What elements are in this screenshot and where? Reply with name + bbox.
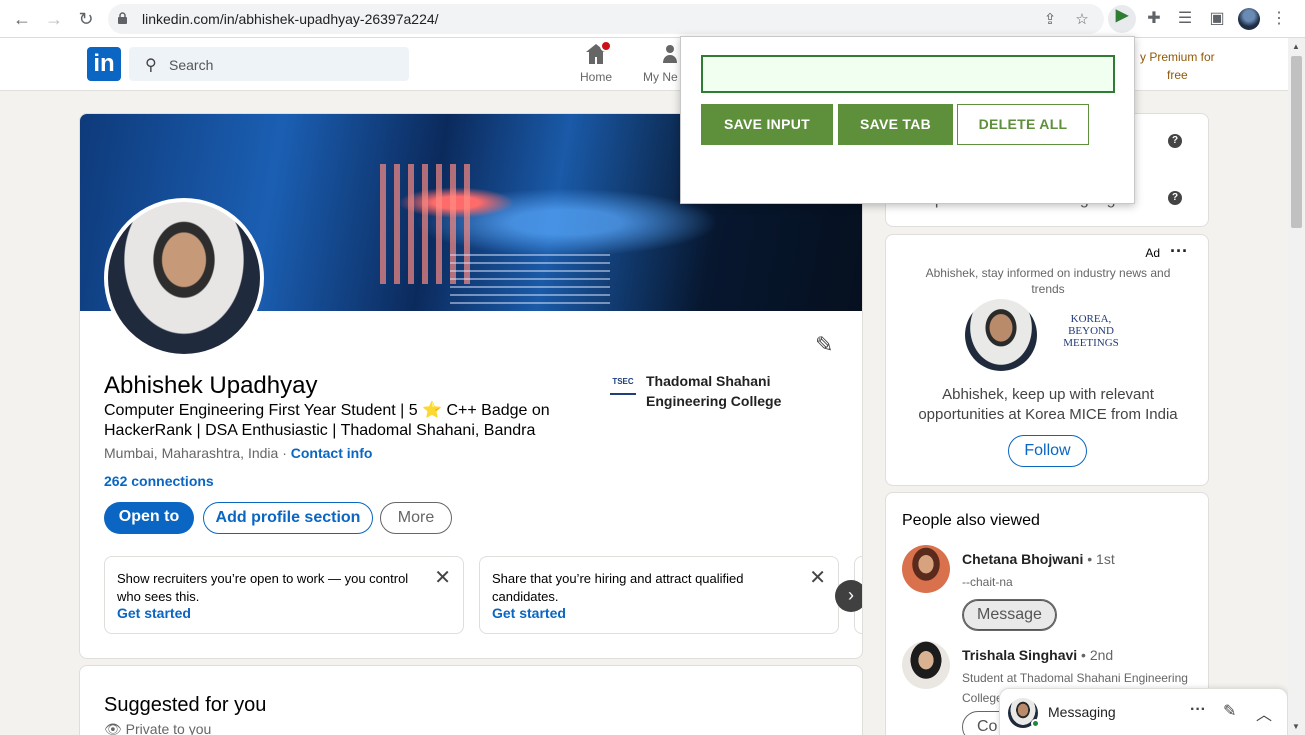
puzzle-icon[interactable]: ✚	[1143, 8, 1165, 30]
get-started-link[interactable]: Get started	[492, 605, 566, 621]
brand-line: KOREA,	[1070, 313, 1112, 325]
contact-info-link[interactable]: Contact info	[291, 445, 373, 461]
get-started-link[interactable]: Get started	[117, 605, 191, 621]
follow-button[interactable]: Follow	[1008, 435, 1087, 467]
nav-my-network-label: My Ne	[643, 70, 678, 84]
suggested-card: Suggested for you 👁 Private to you	[79, 665, 863, 735]
delete-all-button[interactable]: DELETE ALL	[957, 104, 1089, 145]
close-icon[interactable]: ✕	[434, 565, 451, 590]
more-options-icon[interactable]: ···	[1170, 241, 1188, 262]
ad-info: Abhishek, stay informed on industry news…	[925, 266, 1171, 296]
brand-line: MEETINGS	[1063, 337, 1119, 349]
bookmark-star-icon[interactable]: ☆	[1074, 12, 1090, 28]
media-icon[interactable]: ☰	[1174, 8, 1196, 30]
share-icon[interactable]: ⇪	[1042, 12, 1058, 28]
page-scrollbar[interactable]: ▲ ▼	[1288, 38, 1305, 735]
person-name-text: Chetana Bhojwani	[962, 551, 1084, 567]
person-degree: 1st	[1096, 551, 1115, 567]
search-input[interactable]: ⚲ Search	[129, 47, 409, 81]
message-button[interactable]: Message	[962, 599, 1057, 631]
person-name-text: Trishala Singhavi	[962, 647, 1078, 663]
save-input-button[interactable]: SAVE INPUT	[701, 104, 833, 145]
extension-active-icon[interactable]: ▶	[1108, 5, 1136, 33]
scrollbar-thumb[interactable]	[1291, 56, 1302, 228]
profile-headline: Computer Engineering First Year Student …	[104, 402, 550, 439]
premium-line-2: free	[1167, 68, 1188, 82]
reload-icon[interactable]: ↻	[76, 9, 96, 29]
person-name[interactable]: Chetana Bhojwani • 1st	[962, 551, 1115, 567]
linkedin-logo[interactable]: in	[87, 47, 121, 81]
profile-location: Mumbai, Maharashtra, India · Contact inf…	[104, 445, 372, 461]
promo-open-to-work: Show recruiters you’re open to work — yo…	[104, 556, 464, 634]
korea-mice-logo: KOREA, BEYOND MEETINGS	[1061, 313, 1121, 349]
edit-pencil-icon[interactable]: ✎	[815, 332, 833, 358]
kebab-menu-icon[interactable]: ⋮	[1271, 8, 1287, 30]
help-icon[interactable]: ?	[1168, 134, 1182, 148]
messaging-bar[interactable]: Messaging ··· ✎ ︿	[999, 688, 1288, 735]
person-subtitle: --chait-na	[962, 575, 1013, 589]
premium-line-1: y Premium for	[1140, 50, 1215, 64]
help-icon[interactable]: ?	[1168, 191, 1182, 205]
separator: ·	[278, 445, 291, 461]
ad-label: Ad	[1145, 246, 1160, 260]
scroll-up-icon[interactable]: ▲	[1292, 42, 1300, 51]
school-logo: TSEC	[610, 377, 636, 395]
promo-bold: Share that you’re hiring	[492, 571, 627, 586]
save-tab-button[interactable]: SAVE TAB	[838, 104, 953, 145]
more-button[interactable]: More	[380, 502, 452, 534]
user-avatar	[965, 299, 1037, 371]
back-icon[interactable]: ←	[12, 9, 32, 29]
brand-line: BEYOND	[1068, 325, 1114, 337]
promo-text: Show recruiters you’re open to work — yo…	[117, 570, 427, 606]
person-avatar[interactable]	[902, 641, 950, 689]
promo-text: Share that you’re hiring and attract qua…	[492, 570, 802, 606]
more-options-icon[interactable]: ···	[1190, 701, 1206, 719]
person-name[interactable]: Trishala Singhavi • 2nd	[962, 647, 1113, 663]
suggested-title: Suggested for you	[104, 694, 267, 716]
online-status-dot	[1031, 719, 1040, 728]
compose-icon[interactable]: ✎	[1223, 701, 1236, 721]
person-avatar[interactable]	[902, 545, 950, 593]
profile-photo[interactable]	[104, 198, 264, 358]
ad-message: Abhishek, keep up with relevant opportun…	[918, 386, 1178, 423]
sidepanel-icon[interactable]: ▣	[1206, 8, 1228, 30]
person-degree: 2nd	[1089, 647, 1114, 663]
connections-link[interactable]: 262 connections	[104, 473, 214, 489]
search-icon: ⚲	[145, 57, 157, 74]
promo-hiring: Share that you’re hiring and attract qua…	[479, 556, 839, 634]
add-profile-section-button[interactable]: Add profile section	[203, 502, 373, 534]
lock-icon[interactable]	[118, 12, 127, 24]
search-placeholder: Search	[169, 57, 214, 73]
nav-my-network[interactable]: My Ne	[643, 42, 683, 84]
people-also-viewed-title: People also viewed	[902, 512, 1040, 529]
notification-dot	[600, 40, 612, 52]
open-to-button[interactable]: Open to	[104, 502, 194, 534]
nav-home-label: Home	[579, 70, 612, 84]
eye-icon: 👁	[104, 721, 126, 735]
ad-card: Ad ··· Abhishek, stay informed on indust…	[885, 234, 1209, 486]
profile-avatar[interactable]	[1238, 8, 1260, 30]
premium-link[interactable]: y Premium for free	[1140, 48, 1215, 84]
save-input-field[interactable]	[701, 55, 1115, 93]
location-text: Mumbai, Maharashtra, India	[104, 445, 279, 461]
browser-toolbar: ← → ↻ linkedin.com/in/abhishek-upadhyay-…	[0, 0, 1305, 38]
url-text[interactable]: linkedin.com/in/abhishek-upadhyay-26397a…	[142, 11, 439, 27]
messaging-label: Messaging	[1048, 704, 1116, 720]
scroll-down-icon[interactable]: ▼	[1292, 722, 1300, 731]
profile-name: Abhishek Upadhyay	[104, 372, 318, 399]
promo-bold: Show recruiters you’re open to work	[117, 571, 325, 586]
home-icon	[584, 40, 612, 66]
address-bar[interactable]: linkedin.com/in/abhishek-upadhyay-26397a…	[108, 4, 1104, 34]
forward-icon[interactable]: →	[44, 9, 64, 29]
banner-code-graphic	[450, 254, 610, 304]
school-name: Thadomal Shahani Engineering College	[646, 373, 782, 409]
carousel-next-button[interactable]: ›	[835, 580, 862, 612]
chevron-up-icon[interactable]: ︿	[1256, 701, 1272, 725]
close-icon[interactable]: ✕	[809, 565, 826, 590]
extension-popup: SAVE INPUT SAVE TAB DELETE ALL	[680, 36, 1135, 204]
privacy-text: Private to you	[125, 721, 212, 735]
privacy-note: 👁 Private to you	[104, 721, 211, 735]
nav-home[interactable]: Home	[578, 40, 614, 84]
